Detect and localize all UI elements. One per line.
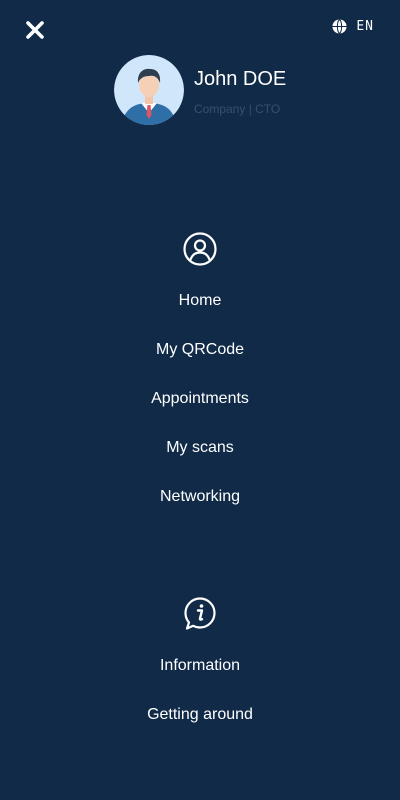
user-name: John DOE	[194, 68, 287, 90]
menu-item-my-scans[interactable]: My scans	[154, 423, 246, 472]
menu-item-my-qrcode[interactable]: My QRCode	[144, 325, 256, 374]
menu-item-information[interactable]: Information	[148, 641, 252, 690]
info-icon	[183, 596, 217, 637]
close-button[interactable]	[22, 17, 48, 43]
info-menu: Information Getting around	[0, 641, 400, 739]
language-selector[interactable]: EN	[332, 16, 374, 36]
close-icon	[26, 21, 44, 39]
language-code: EN	[356, 18, 374, 34]
globe-icon	[332, 18, 347, 34]
user-profile[interactable]: John DOE Company | CTO	[114, 55, 286, 125]
menu-item-home[interactable]: Home	[167, 276, 234, 325]
menu-item-getting-around[interactable]: Getting around	[135, 690, 265, 739]
menu-item-appointments[interactable]: Appointments	[139, 374, 261, 423]
menu-item-networking[interactable]: Networking	[148, 472, 252, 521]
main-menu: Home My QRCode Appointments My scans Net…	[0, 276, 400, 521]
user-circle-icon	[182, 231, 218, 272]
user-role: Company | CTO	[194, 102, 281, 116]
avatar	[114, 55, 184, 125]
side-menu-screen: EN John DOE Company | CTO Home My QRCode…	[0, 0, 400, 800]
